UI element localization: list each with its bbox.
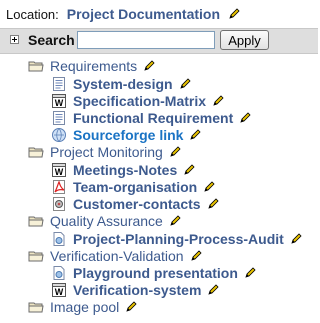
pencil-icon[interactable] [212, 94, 224, 107]
tree-item-label[interactable]: Image pool [50, 299, 119, 315]
location-value[interactable]: Project Documentation [67, 6, 220, 22]
tree-folder[interactable]: Image pool [28, 298, 137, 315]
tree-document[interactable]: Playground presentation [51, 264, 256, 281]
tree-item-label[interactable]: Specification-Matrix [73, 93, 206, 109]
tree-document[interactable]: W Verification-system [51, 281, 219, 298]
pencil-icon[interactable] [290, 232, 302, 245]
svg-text:W: W [55, 98, 64, 108]
word-document-icon: W [51, 93, 67, 109]
tree-item-label[interactable]: Verification-Validation [50, 248, 184, 264]
folder-icon [28, 248, 44, 264]
tree-item-label[interactable]: System-design [73, 76, 173, 92]
tree-item-label[interactable]: Meetings-Notes [73, 162, 177, 178]
tree-document[interactable]: Customer-contacts [51, 195, 219, 212]
tree-item-label[interactable]: Sourceforge link [73, 127, 183, 143]
word-document-icon: W [51, 162, 67, 178]
tree-document[interactable]: Project-Planning-Process-Audit [51, 230, 302, 247]
tree-folder[interactable]: Quality Assurance [28, 212, 181, 229]
pencil-icon[interactable] [143, 59, 155, 72]
tree-document[interactable]: Functional Requirement [51, 109, 251, 126]
pencil-icon[interactable] [207, 197, 219, 210]
location-bar: Location: Project Documentation [6, 4, 240, 24]
expand-search-icon[interactable] [10, 35, 19, 44]
tree-folder[interactable]: Verification-Validation [28, 247, 202, 264]
tree-folder[interactable]: Project Monitoring [28, 143, 181, 160]
tree-document[interactable]: Team-organisation [51, 178, 215, 195]
apply-button[interactable]: Apply [220, 30, 269, 50]
tree-item-label[interactable]: Playground presentation [73, 265, 238, 281]
pencil-icon[interactable] [183, 163, 195, 176]
tree-item-label[interactable]: Functional Requirement [73, 110, 233, 126]
globe-link-icon [51, 127, 67, 143]
folder-icon [28, 58, 44, 74]
pencil-icon[interactable] [239, 111, 251, 124]
pdf-document-icon [51, 179, 67, 195]
tree-item-label[interactable]: Requirements [50, 58, 137, 74]
pencil-icon[interactable] [125, 300, 137, 313]
tree-link[interactable]: Sourceforge link [51, 126, 202, 143]
pencil-icon[interactable] [244, 266, 256, 279]
tree-item-label[interactable]: Team-organisation [73, 179, 197, 195]
pencil-icon[interactable] [203, 180, 215, 193]
tree-item-label[interactable]: Project Monitoring [50, 144, 163, 160]
tree-document[interactable]: W Specification-Matrix [51, 92, 224, 109]
tree-item-label[interactable]: Project-Planning-Process-Audit [73, 231, 284, 247]
search-bar: Search Apply [0, 28, 318, 54]
pencil-icon[interactable] [190, 249, 202, 262]
tree-item-label[interactable]: Quality Assurance [50, 213, 163, 229]
svg-text:W: W [55, 287, 64, 297]
document-icon [51, 76, 67, 92]
tree-folder[interactable]: Requirements [28, 57, 155, 74]
folder-icon [28, 299, 44, 315]
folder-icon [28, 144, 44, 160]
tree-document[interactable]: W Meetings-Notes [51, 161, 195, 178]
tree-document[interactable]: System-design [51, 75, 191, 92]
pencil-icon[interactable] [169, 145, 181, 158]
document-icon [51, 110, 67, 126]
pencil-icon[interactable] [228, 8, 240, 20]
pencil-icon[interactable] [189, 128, 202, 141]
pencil-icon[interactable] [169, 214, 181, 227]
search-input[interactable] [77, 31, 215, 49]
pencil-icon[interactable] [207, 283, 219, 296]
image-document-icon [51, 231, 67, 247]
pencil-icon[interactable] [179, 77, 191, 90]
search-label: Search [28, 32, 75, 48]
svg-text:W: W [55, 167, 64, 177]
tree-item-label[interactable]: Customer-contacts [73, 196, 201, 212]
word-document-icon: W [51, 282, 67, 298]
contacts-file-icon [51, 196, 67, 212]
location-label: Location: [6, 6, 59, 22]
image-document-icon [51, 265, 67, 281]
folder-icon [28, 213, 44, 229]
tree-item-label[interactable]: Verification-system [73, 282, 201, 298]
